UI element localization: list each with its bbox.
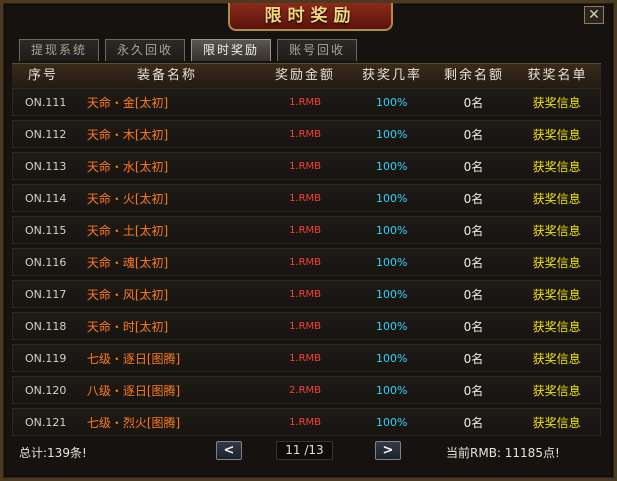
row-equipment-name: 八级・逐日[图腾]: [86, 384, 181, 398]
table-row: ON.111 天命・金[太初] 1.RMB 100% 0名 获奖信息: [12, 88, 601, 116]
row-reward-amount: 1.RMB: [289, 353, 322, 364]
table-row: ON.116 天命・魂[太初] 1.RMB 100% 0名 获奖信息: [12, 248, 601, 276]
next-page-button[interactable]: >: [375, 441, 401, 460]
row-win-rate: 100%: [376, 96, 408, 109]
row-equipment-name: 天命・魂[太初]: [86, 256, 169, 270]
table-row: ON.114 天命・火[太初] 1.RMB 100% 0名 获奖信息: [12, 184, 601, 212]
row-remaining: 0名: [463, 256, 484, 270]
row-remaining: 0名: [463, 128, 484, 142]
row-reward-amount: 1.RMB: [289, 97, 322, 108]
row-reward-amount: 2.RMB: [289, 385, 322, 396]
row-win-rate: 100%: [376, 192, 408, 205]
row-serial: ON.119: [25, 352, 67, 365]
table-row: ON.112 天命・木[太初] 1.RMB 100% 0名 获奖信息: [12, 120, 601, 148]
row-reward-amount: 1.RMB: [289, 321, 322, 332]
table-row: ON.118 天命・时[太初] 1.RMB 100% 0名 获奖信息: [12, 312, 601, 340]
row-win-rate: 100%: [376, 256, 408, 269]
header-equipment-name: 装备名称: [136, 68, 197, 83]
table-row: ON.121 七级・烈火[图腾] 1.RMB 100% 0名 获奖信息: [12, 408, 601, 436]
row-win-rate: 100%: [376, 160, 408, 173]
row-win-rate: 100%: [376, 224, 408, 237]
row-reward-amount: 1.RMB: [289, 225, 322, 236]
row-reward-amount: 1.RMB: [289, 257, 322, 268]
row-win-rate: 100%: [376, 352, 408, 365]
row-remaining: 0名: [463, 96, 484, 110]
row-serial: ON.120: [25, 384, 67, 397]
tab-bar: 提现系统 永久回收 限时奖励 账号回收: [19, 39, 357, 61]
header-reward-amount: 奖励金额: [274, 68, 335, 83]
row-equipment-name: 天命・土[太初]: [86, 224, 169, 238]
row-serial: ON.117: [25, 288, 67, 301]
header-winner-list: 获奖名单: [527, 68, 588, 83]
tab-withdraw[interactable]: 提现系统: [19, 39, 99, 61]
row-winner-info-link[interactable]: 获奖信息: [513, 345, 600, 371]
row-equipment-name: 天命・水[太初]: [86, 160, 169, 174]
row-winner-info-link[interactable]: 获奖信息: [513, 249, 600, 275]
table-row: ON.119 七级・逐日[图腾] 1.RMB 100% 0名 获奖信息: [12, 344, 601, 372]
row-remaining: 0名: [463, 160, 484, 174]
table-row: ON.117 天命・风[太初] 1.RMB 100% 0名 获奖信息: [12, 280, 601, 308]
row-serial: ON.113: [25, 160, 67, 173]
row-remaining: 0名: [463, 288, 484, 302]
row-serial: ON.114: [25, 192, 67, 205]
prev-page-button[interactable]: <: [216, 441, 242, 460]
row-remaining: 0名: [463, 192, 484, 206]
row-win-rate: 100%: [376, 384, 408, 397]
row-equipment-name: 天命・金[太初]: [86, 96, 169, 110]
table-row: ON.113 天命・水[太初] 1.RMB 100% 0名 获奖信息: [12, 152, 601, 180]
tab-account-recycle[interactable]: 账号回收: [277, 39, 357, 61]
window-title: 限时奖励: [264, 6, 357, 26]
row-serial: ON.112: [25, 128, 67, 141]
row-win-rate: 100%: [376, 128, 408, 141]
row-remaining: 0名: [463, 352, 484, 366]
header-remaining: 剩余名额: [443, 68, 504, 83]
row-remaining: 0名: [463, 384, 484, 398]
total-count: 总计:139条!: [19, 446, 87, 460]
header-serial: 序号: [27, 68, 58, 83]
current-rmb: 当前RMB: 11185点!: [446, 446, 560, 460]
page-indicator: 11 /13: [276, 441, 333, 460]
row-win-rate: 100%: [376, 288, 408, 301]
row-reward-amount: 1.RMB: [289, 193, 322, 204]
table-row: ON.115 天命・土[太初] 1.RMB 100% 0名 获奖信息: [12, 216, 601, 244]
table-header: 序号 装备名称 奖励金额 获奖几率 剩余名额 获奖名单: [12, 63, 601, 89]
row-winner-info-link[interactable]: 获奖信息: [513, 89, 600, 115]
row-remaining: 0名: [463, 224, 484, 238]
row-serial: ON.115: [25, 224, 67, 237]
row-winner-info-link[interactable]: 获奖信息: [513, 313, 600, 339]
row-win-rate: 100%: [376, 320, 408, 333]
row-equipment-name: 七级・逐日[图腾]: [86, 352, 181, 366]
row-equipment-name: 七级・烈火[图腾]: [86, 416, 181, 430]
row-serial: ON.118: [25, 320, 67, 333]
row-serial: ON.121: [25, 416, 67, 429]
row-reward-amount: 1.RMB: [289, 129, 322, 140]
window-title-plate: 限时奖励: [228, 3, 393, 31]
row-reward-amount: 1.RMB: [289, 289, 322, 300]
row-reward-amount: 1.RMB: [289, 417, 322, 428]
header-win-rate: 获奖几率: [361, 68, 422, 83]
row-winner-info-link[interactable]: 获奖信息: [513, 409, 600, 435]
row-remaining: 0名: [463, 416, 484, 430]
row-equipment-name: 天命・木[太初]: [86, 128, 169, 142]
tab-limited-reward[interactable]: 限时奖励: [191, 39, 271, 61]
row-winner-info-link[interactable]: 获奖信息: [513, 185, 600, 211]
row-winner-info-link[interactable]: 获奖信息: [513, 217, 600, 243]
row-equipment-name: 天命・火[太初]: [86, 192, 169, 206]
close-icon[interactable]: ✕: [584, 6, 604, 24]
row-winner-info-link[interactable]: 获奖信息: [513, 121, 600, 147]
row-reward-amount: 1.RMB: [289, 161, 322, 172]
row-serial: ON.111: [25, 96, 67, 109]
row-equipment-name: 天命・风[太初]: [86, 288, 169, 302]
row-winner-info-link[interactable]: 获奖信息: [513, 153, 600, 179]
reward-table-body: ON.111 天命・金[太初] 1.RMB 100% 0名 获奖信息 ON.112 天命・木[…: [12, 88, 601, 440]
row-win-rate: 100%: [376, 416, 408, 429]
tab-permanent-recycle[interactable]: 永久回收: [105, 39, 185, 61]
row-equipment-name: 天命・时[太初]: [86, 320, 169, 334]
row-winner-info-link[interactable]: 获奖信息: [513, 377, 600, 403]
row-remaining: 0名: [463, 320, 484, 334]
table-row: ON.120 八级・逐日[图腾] 2.RMB 100% 0名 获奖信息: [12, 376, 601, 404]
row-winner-info-link[interactable]: 获奖信息: [513, 281, 600, 307]
row-serial: ON.116: [25, 256, 67, 269]
